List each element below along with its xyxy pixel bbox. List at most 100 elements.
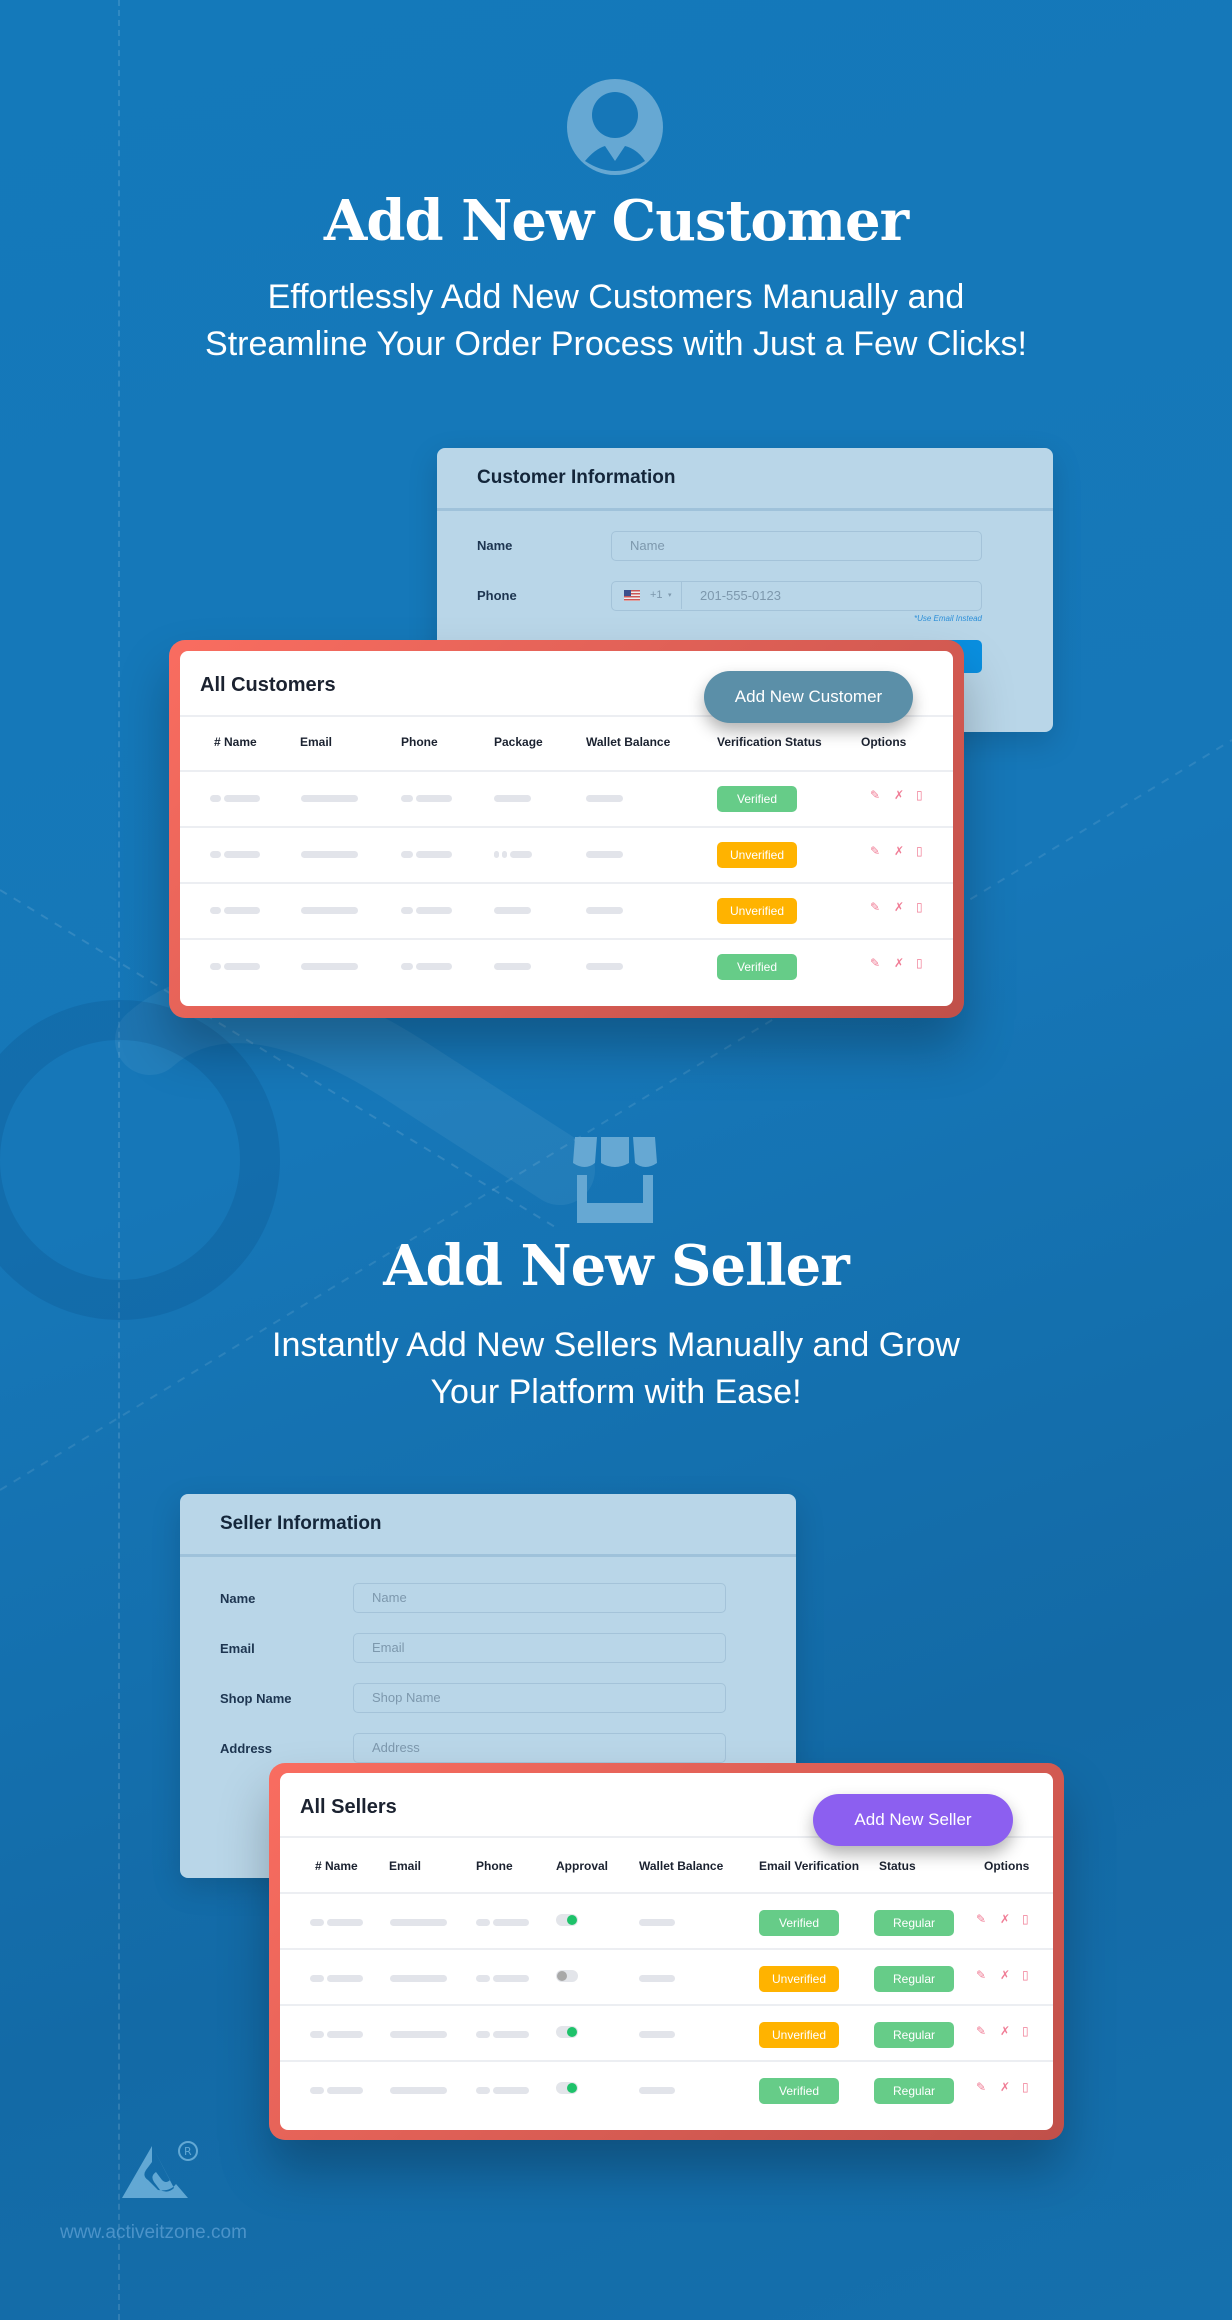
edit-icon[interactable]: ✎ [976, 2024, 986, 2038]
column-header: Verification Status [717, 735, 822, 749]
edit-icon[interactable]: ✎ [976, 1968, 986, 1982]
row-divider [280, 2060, 1053, 2062]
edit-icon[interactable]: ✎ [870, 844, 880, 858]
country-selector[interactable]: +1 ▾ [612, 582, 682, 609]
ban-user-icon[interactable]: ✗ [1000, 2080, 1010, 2094]
status-badge: Regular [874, 1966, 954, 1992]
phone-placeholder [493, 2031, 529, 2038]
divider [280, 1892, 1053, 1894]
phone-placeholder [401, 851, 413, 858]
phone-placeholder: 201-555-0123 [700, 588, 781, 603]
name-placeholder [224, 963, 260, 970]
delete-icon[interactable]: ▯ [916, 788, 923, 802]
name-placeholder [310, 1919, 324, 1926]
wallet-placeholder [639, 1975, 675, 1982]
name-placeholder [327, 1919, 363, 1926]
customer-title: Add New Customer [323, 188, 909, 254]
package-placeholder [494, 963, 531, 970]
email-verification-badge: Verified [759, 1910, 839, 1936]
package-placeholder [494, 795, 531, 802]
name-placeholder [310, 2031, 324, 2038]
delete-icon[interactable]: ▯ [916, 844, 923, 858]
name-placeholder [224, 795, 260, 802]
name-placeholder [327, 1975, 363, 1982]
email-verification-badge: Verified [759, 2078, 839, 2104]
field-input[interactable]: Name [353, 1583, 726, 1613]
field-input[interactable]: Email [353, 1633, 726, 1663]
table-title: All Sellers [300, 1796, 397, 1818]
phone-placeholder [416, 963, 452, 970]
website-url: www.activeitzone.com [60, 2222, 247, 2243]
delete-icon[interactable]: ▯ [1022, 1912, 1029, 1926]
delete-icon[interactable]: ▯ [1022, 2080, 1029, 2094]
package-placeholder [494, 851, 499, 858]
ban-user-icon[interactable]: ✗ [894, 844, 904, 858]
ban-user-icon[interactable]: ✗ [1000, 1968, 1010, 1982]
phone-placeholder [493, 1919, 529, 1926]
email-placeholder [390, 2087, 447, 2094]
email-verification-badge: Unverified [759, 2022, 839, 2048]
name-placeholder [224, 907, 260, 914]
approval-toggle[interactable] [556, 2082, 578, 2094]
edit-icon[interactable]: ✎ [870, 900, 880, 914]
edit-icon[interactable]: ✎ [870, 788, 880, 802]
approval-toggle[interactable] [556, 1914, 578, 1926]
wallet-placeholder [639, 2087, 675, 2094]
verification-status-badge: Unverified [717, 898, 797, 924]
edit-icon[interactable]: ✎ [976, 1912, 986, 1926]
name-input[interactable]: Name [611, 531, 982, 561]
phone-placeholder [401, 795, 413, 802]
email-placeholder [301, 795, 358, 802]
toggle-knob [567, 2027, 577, 2037]
verification-status-badge: Unverified [717, 842, 797, 868]
seller-subtitle-line-1: Instantly Add New Sellers Manually and G… [272, 1326, 960, 1364]
approval-toggle[interactable] [556, 1970, 578, 1982]
column-header: Phone [476, 1859, 513, 1873]
add-new-customer-button[interactable]: Add New Customer [704, 671, 913, 723]
delete-icon[interactable]: ▯ [1022, 1968, 1029, 1982]
ban-user-icon[interactable]: ✗ [1000, 1912, 1010, 1926]
storefront-icon [573, 1137, 657, 1223]
phone-placeholder [493, 2087, 529, 2094]
name-placeholder [210, 907, 221, 914]
phone-placeholder [401, 907, 413, 914]
row-divider [180, 882, 953, 884]
phone-placeholder [401, 963, 413, 970]
field-label: Address [220, 1741, 273, 1756]
edit-icon[interactable]: ✎ [976, 2080, 986, 2094]
activeitzone-logo: R [122, 2141, 198, 2198]
name-placeholder [210, 851, 221, 858]
phone-placeholder [476, 1975, 490, 1982]
use-email-instead-link[interactable]: *Use Email Instead [914, 614, 982, 623]
toggle-knob [557, 1971, 567, 1981]
status-badge: Regular [874, 2078, 954, 2104]
ban-user-icon[interactable]: ✗ [894, 788, 904, 802]
add-new-seller-button[interactable]: Add New Seller [813, 1794, 1013, 1846]
delete-icon[interactable]: ▯ [916, 900, 923, 914]
delete-icon[interactable]: ▯ [916, 956, 923, 970]
approval-toggle[interactable] [556, 2026, 578, 2038]
row-divider [280, 2004, 1053, 2006]
delete-icon[interactable]: ▯ [1022, 2024, 1029, 2038]
ban-user-icon[interactable]: ✗ [894, 900, 904, 914]
field-label: Name [220, 1591, 256, 1606]
phone-input[interactable]: +1 ▾ 201-555-0123 [611, 581, 982, 611]
column-header: Wallet Balance [639, 1859, 724, 1873]
wallet-placeholder [586, 795, 623, 802]
field-input[interactable]: Address [353, 1733, 726, 1763]
phone-placeholder [416, 795, 452, 802]
column-header: # Name [315, 1859, 358, 1873]
row-divider [280, 1948, 1053, 1950]
wallet-placeholder [586, 851, 623, 858]
column-header: Options [861, 735, 907, 749]
user-circle-icon [567, 79, 663, 175]
ban-user-icon[interactable]: ✗ [894, 956, 904, 970]
edit-icon[interactable]: ✎ [870, 956, 880, 970]
phone-placeholder [476, 2031, 490, 2038]
field-input[interactable]: Shop Name [353, 1683, 726, 1713]
row-divider [180, 938, 953, 940]
column-header: Email [300, 735, 333, 749]
phone-placeholder [493, 1975, 529, 1982]
column-header: Wallet Balance [586, 735, 671, 749]
ban-user-icon[interactable]: ✗ [1000, 2024, 1010, 2038]
